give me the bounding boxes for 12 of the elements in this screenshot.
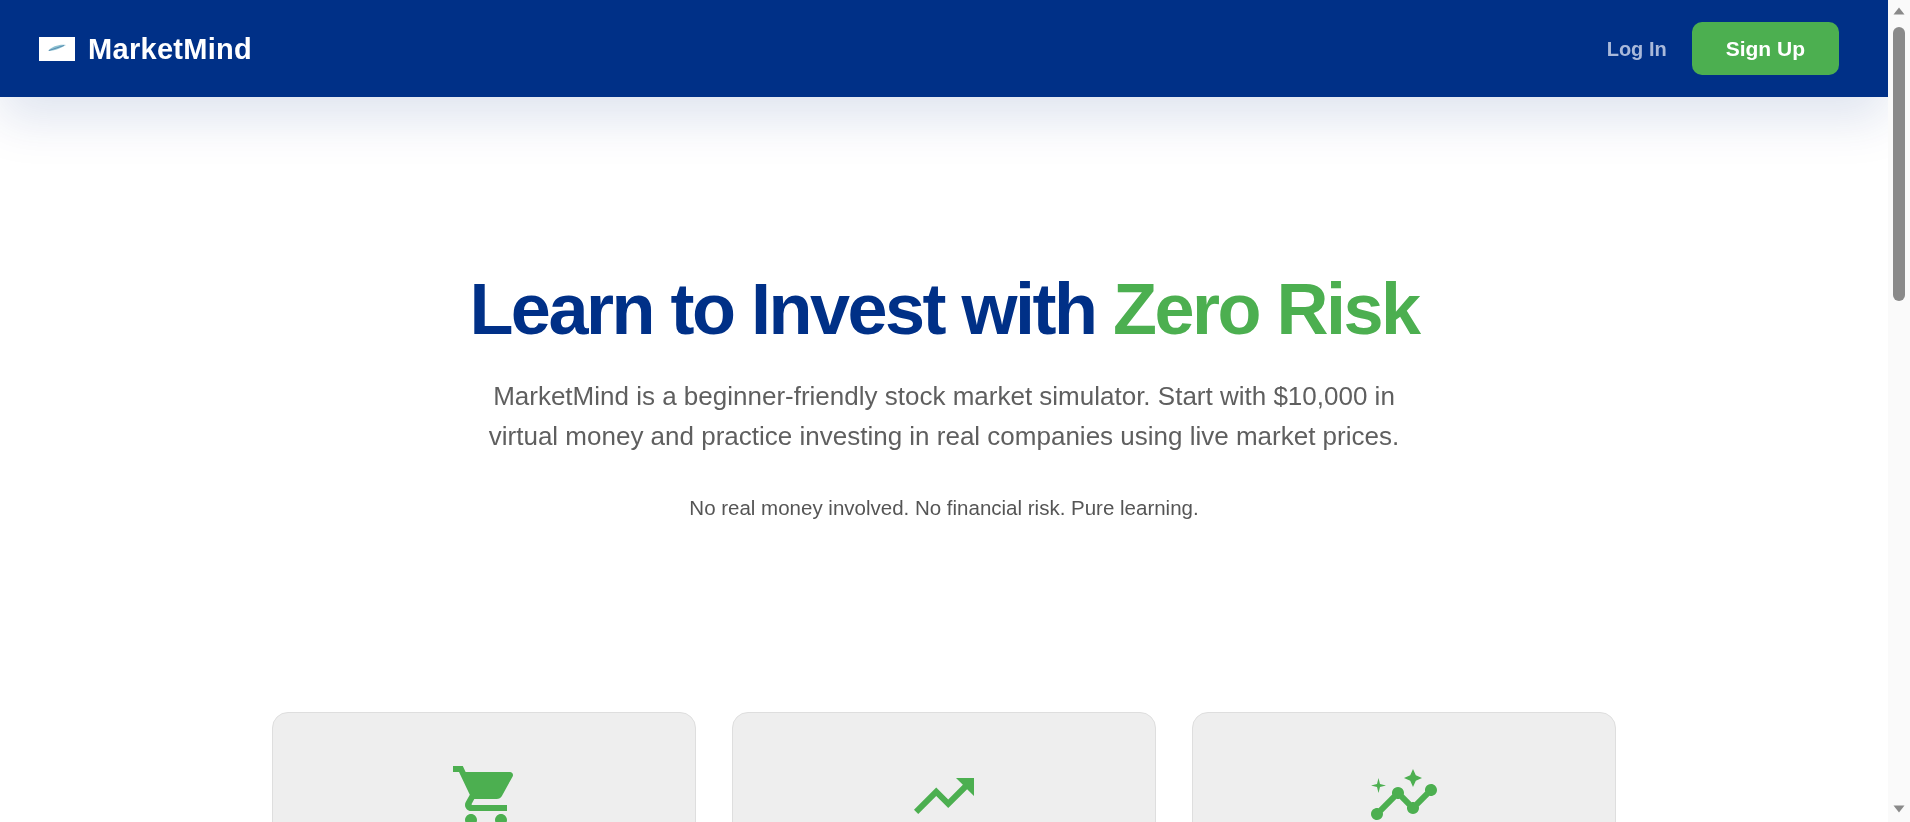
- scroll-down-arrow-icon[interactable]: [1893, 805, 1905, 813]
- hero-title: Learn to Invest with Zero Risk: [469, 268, 1419, 351]
- log-in-link[interactable]: Log In: [1606, 36, 1667, 61]
- disclaimer-note: No real money involved. No financial risk. Pure learning.: [689, 495, 1199, 521]
- trending-up-icon: [914, 778, 974, 814]
- scrollbar[interactable]: [1888, 0, 1910, 822]
- scroll-up-arrow-icon[interactable]: [1893, 7, 1905, 15]
- brand-name: MarketMind: [88, 31, 253, 66]
- hero-description: MarketMind is a beginner-friendly stock market simulator. Start with $10,000 in virtual money and practice investing in real companies using live market prices.: [487, 380, 1401, 453]
- scrollbar-thumb[interactable]: [1893, 27, 1905, 301]
- chart-sparkles-icon: [1371, 769, 1437, 820]
- logo-icon: [39, 36, 75, 61]
